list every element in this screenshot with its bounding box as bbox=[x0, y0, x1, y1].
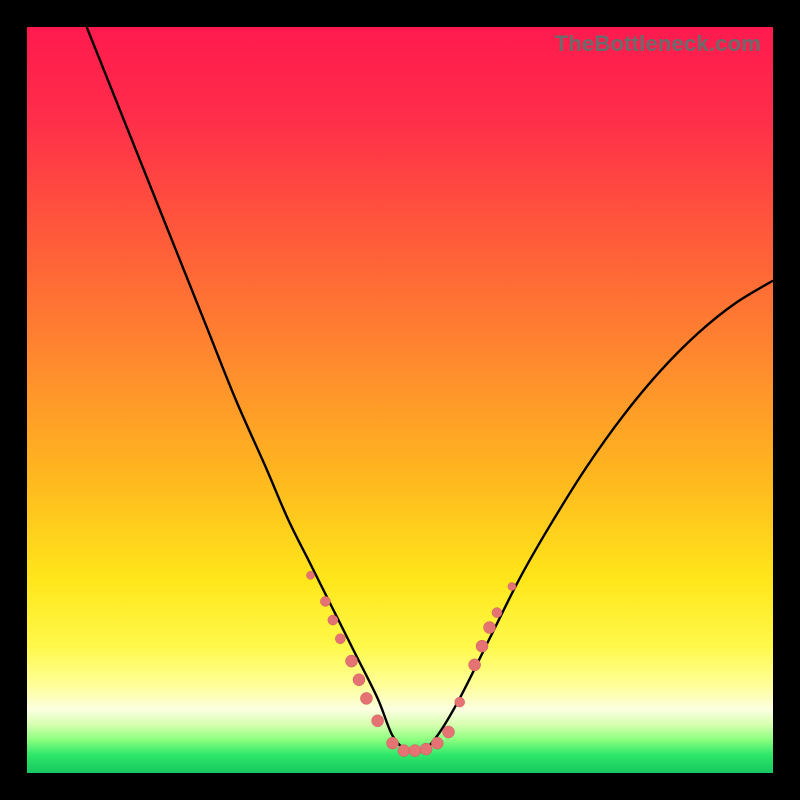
marker-dot bbox=[476, 640, 488, 652]
marker-dot bbox=[372, 715, 384, 727]
marker-dot bbox=[409, 745, 421, 757]
highlight-markers bbox=[306, 571, 515, 756]
plot-area: TheBottleneck.com bbox=[27, 27, 773, 773]
marker-dot bbox=[431, 737, 443, 749]
marker-dot bbox=[360, 692, 372, 704]
marker-dot bbox=[320, 596, 330, 606]
marker-dot bbox=[508, 583, 516, 591]
marker-dot bbox=[455, 697, 465, 707]
curve-layer bbox=[27, 27, 773, 773]
marker-dot bbox=[469, 659, 481, 671]
marker-dot bbox=[387, 737, 399, 749]
bottleneck-curve bbox=[87, 27, 773, 752]
marker-dot bbox=[328, 615, 338, 625]
marker-dot bbox=[353, 674, 365, 686]
marker-dot bbox=[484, 622, 496, 634]
chart-stage: TheBottleneck.com bbox=[0, 0, 800, 800]
marker-dot bbox=[346, 655, 358, 667]
marker-dot bbox=[420, 743, 432, 755]
marker-dot bbox=[335, 634, 345, 644]
marker-dot bbox=[492, 608, 502, 618]
marker-dot bbox=[442, 726, 454, 738]
marker-dot bbox=[398, 745, 410, 757]
marker-dot bbox=[306, 571, 314, 579]
